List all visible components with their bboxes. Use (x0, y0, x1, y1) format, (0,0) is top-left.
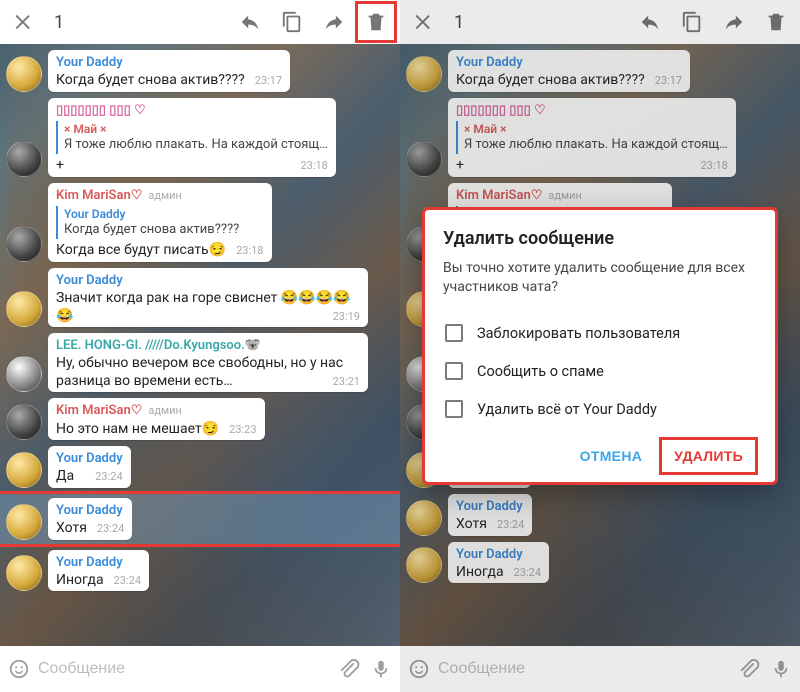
message-row[interactable]: ▯▯▯▯▯▯▯ ▯▯▯ ♡ × Май ×Я тоже люблю плакать… (6, 98, 394, 177)
forward-icon[interactable] (314, 2, 354, 42)
message-text: Значит когда рак на горе свиснет 😂😂😂😂😂23… (56, 290, 360, 325)
delete-message-dialog: Удалить сообщение Вы точно хотите удалит… (425, 210, 775, 483)
message-bubble[interactable]: Your DaddyЗначит когда рак на горе свисн… (48, 268, 368, 327)
sender-name[interactable]: Your Daddy (56, 503, 124, 519)
delete-icon[interactable] (356, 2, 396, 42)
message-time: 23:17 (255, 74, 282, 88)
message-text: Ну, обычно вечером все свободны, но у на… (56, 355, 360, 390)
emoji-icon[interactable] (6, 656, 32, 682)
message-time: 23:18 (300, 159, 327, 173)
message-text: Хотя23:24 (56, 520, 124, 538)
message-time: 23:24 (97, 522, 124, 536)
message-row[interactable]: Your DaddyЗначит когда рак на горе свисн… (6, 268, 394, 327)
sender-name[interactable]: Kim MariSan♡админ (56, 403, 257, 419)
option-delete-all[interactable]: Удалить всё от Your Daddy (443, 390, 757, 428)
cancel-button[interactable]: ОТМЕНА (566, 438, 656, 474)
message-bubble[interactable]: Kim MariSan♡админ Но это нам не мешает😏23… (48, 398, 265, 440)
selected-message-row[interactable]: Your DaddyХотя23:24 (0, 494, 400, 544)
message-text: Но это нам не мешает😏23:23 (56, 421, 257, 439)
reply-quote[interactable]: × Май ×Я тоже люблю плакать. На каждой с… (56, 121, 328, 154)
message-input[interactable] (38, 660, 330, 678)
message-bubble[interactable]: Your DaddyДа23:24 (48, 446, 131, 488)
attach-icon[interactable] (336, 656, 362, 682)
avatar[interactable] (6, 452, 42, 488)
message-row[interactable]: Kim MariSan♡админ Your DaddyКогда будет с… (6, 183, 394, 262)
option-block-user[interactable]: Заблокировать пользователя (443, 314, 757, 352)
copy-icon[interactable] (272, 2, 312, 42)
close-icon[interactable] (4, 2, 44, 42)
option-label: Удалить всё от Your Daddy (477, 401, 657, 418)
message-time: 23:19 (333, 310, 360, 324)
dialog-text: Вы точно хотите удалить сообщение для вс… (443, 259, 757, 297)
selection-count: 1 (46, 12, 72, 33)
sender-name[interactable]: LEE. HONG-GI. /////Do.Kyungsoo.🐨 (56, 338, 360, 354)
message-time: 23:24 (114, 574, 141, 588)
admin-badge: админ (148, 189, 181, 202)
sender-name[interactable]: Your Daddy (56, 555, 141, 571)
message-bubble[interactable]: ▯▯▯▯▯▯▯ ▯▯▯ ♡ × Май ×Я тоже люблю плакать… (48, 98, 336, 177)
quote-sender: Your Daddy (64, 207, 264, 222)
message-row[interactable]: LEE. HONG-GI. /////Do.Kyungsoo.🐨Ну, обыч… (6, 333, 394, 392)
avatar[interactable] (6, 226, 42, 262)
message-row[interactable]: Kim MariSan♡админ Но это нам не мешает😏23… (6, 398, 394, 440)
admin-badge: админ (148, 404, 181, 417)
message-text: Когда все будут писать😏23:18 (56, 242, 264, 260)
message-row[interactable]: Your DaddyИногда23:24 (6, 550, 394, 592)
message-bubble[interactable]: Your DaddyКогда будет снова актив????23:… (48, 50, 290, 92)
avatar[interactable] (6, 141, 42, 177)
quote-text: Когда будет снова актив???? (64, 222, 264, 238)
sender-name[interactable]: Your Daddy (56, 273, 360, 289)
avatar[interactable] (6, 404, 42, 440)
screenshot-right: 1 Your DaddyКогда будет снова актив????2… (400, 0, 800, 692)
delete-button[interactable]: УДАЛИТЬ (660, 438, 757, 474)
message-time: 23:24 (95, 470, 122, 484)
sender-name[interactable]: Your Daddy (56, 451, 123, 467)
sender-name[interactable]: Your Daddy (56, 55, 282, 71)
message-input-bar (0, 646, 400, 692)
avatar[interactable] (6, 56, 42, 92)
mic-icon[interactable] (368, 656, 394, 682)
sender-name[interactable]: Kim MariSan♡админ (56, 188, 264, 204)
message-text: +23:18 (56, 157, 328, 175)
avatar[interactable] (6, 555, 42, 591)
dialog-backdrop[interactable]: Удалить сообщение Вы точно хотите удалит… (400, 0, 800, 692)
quote-sender: × Май × (64, 122, 328, 137)
quote-text: Я тоже люблю плакать. На каждой стоящ… (64, 137, 328, 153)
reply-quote[interactable]: Your DaddyКогда будет снова актив???? (56, 206, 264, 239)
checkbox-icon[interactable] (445, 324, 463, 342)
reply-icon[interactable] (230, 2, 270, 42)
chat-area[interactable]: Your DaddyКогда будет снова актив????23:… (0, 44, 400, 646)
avatar[interactable] (6, 291, 42, 327)
screenshot-left: 1 Your DaddyКогда будет снова актив????2… (0, 0, 400, 692)
message-time: 23:18 (236, 244, 263, 258)
dialog-title: Удалить сообщение (443, 228, 757, 249)
option-report-spam[interactable]: Сообщить о спаме (443, 352, 757, 390)
option-label: Сообщить о спаме (477, 363, 604, 380)
checkbox-icon[interactable] (445, 362, 463, 380)
checkbox-icon[interactable] (445, 400, 463, 418)
message-bubble[interactable]: LEE. HONG-GI. /////Do.Kyungsoo.🐨Ну, обыч… (48, 333, 368, 392)
message-row[interactable]: Your DaddyКогда будет снова актив????23:… (6, 50, 394, 92)
avatar[interactable] (6, 504, 42, 540)
sender-name[interactable]: ▯▯▯▯▯▯▯ ▯▯▯ ♡ (56, 103, 328, 119)
message-text: Иногда23:24 (56, 572, 141, 590)
message-row[interactable]: Your DaddyДа23:24 (6, 446, 394, 488)
message-bubble[interactable]: Kim MariSan♡админ Your DaddyКогда будет с… (48, 183, 272, 262)
option-label: Заблокировать пользователя (477, 325, 680, 342)
message-text: Да23:24 (56, 468, 123, 486)
message-bubble[interactable]: Your DaddyХотя23:24 (48, 498, 132, 540)
message-time: 23:23 (229, 423, 256, 437)
message-time: 23:21 (333, 375, 360, 389)
selection-toolbar: 1 (0, 0, 400, 44)
avatar[interactable] (6, 356, 42, 392)
message-text: Когда будет снова актив????23:17 (56, 72, 282, 90)
message-bubble[interactable]: Your DaddyИногда23:24 (48, 550, 149, 592)
